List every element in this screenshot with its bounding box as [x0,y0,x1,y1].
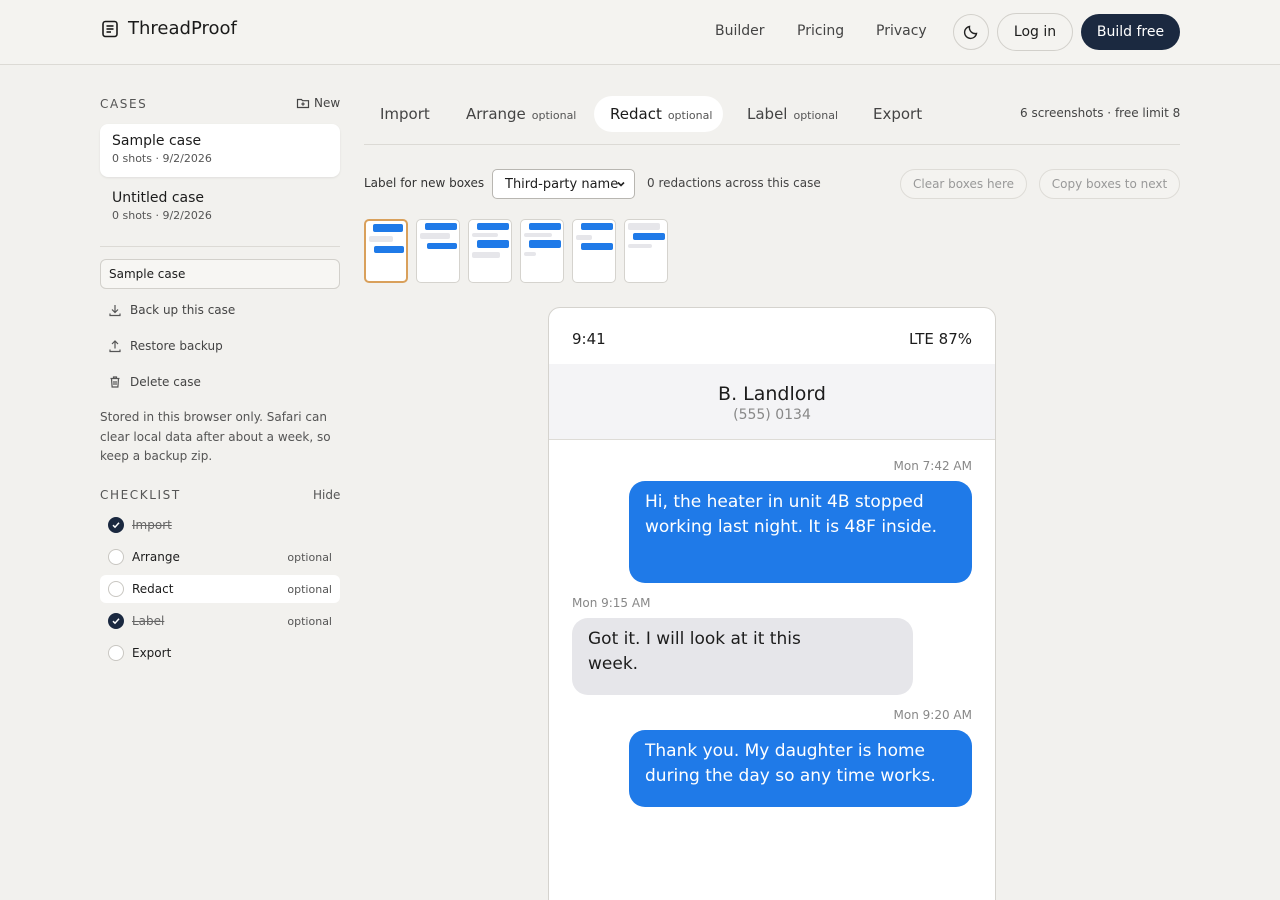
case-meta: 0 shots · 9/2/2026 [112,209,212,222]
message-timestamp: Mon 7:42 AM [893,459,972,473]
tab-label: Export [873,105,923,123]
new-case-label: New [314,96,341,110]
new-case-button[interactable]: New [296,96,340,110]
theme-toggle-button[interactable] [953,14,989,50]
contact-header: B. Landlord (555) 0134 [549,364,995,440]
contact-phone: (555) 0134 [733,407,811,423]
thumbnail-1[interactable] [364,219,408,283]
tab-label: Label [747,105,788,123]
optional-tag: optional [287,614,332,628]
tab-label-step[interactable]: Label optional [731,96,849,132]
status-time: 9:41 [572,330,606,348]
delete-label: Delete case [130,375,201,389]
optional-tag: optional [793,109,839,122]
optional-tag: optional [287,582,332,596]
checklist-item-redact[interactable]: Redact optional [100,575,340,603]
tab-label: Arrange [466,105,526,123]
label-select[interactable]: Third-party name [492,169,635,199]
trash-icon [110,376,120,388]
check-done-icon [108,613,124,629]
tab-export[interactable]: Export [857,96,937,132]
screenshot-count: 6 screenshots · free limit 8 [1020,106,1181,120]
check-empty-icon [108,549,124,565]
nav-privacy[interactable]: Privacy [876,23,927,39]
backup-case-button[interactable]: Back up this case [108,303,235,317]
tab-arrange[interactable]: Arrange optional [450,96,586,132]
cases-title: CASES [100,97,148,111]
download-icon [109,305,121,317]
hide-checklist-button[interactable]: Hide [313,488,340,502]
folder-plus-icon [296,98,310,109]
message-timestamp: Mon 9:15 AM [572,596,651,610]
clear-boxes-button[interactable]: Clear boxes here [900,169,1027,199]
screenshot-preview[interactable]: 9:41 LTE 87% B. Landlord (555) 0134 Mon … [548,307,996,900]
checklist-item-import[interactable]: Import [100,511,340,539]
status-network: LTE 87% [908,330,972,348]
restore-backup-button[interactable]: Restore backup [108,339,223,353]
checklist-item-export[interactable]: Export [100,639,340,667]
backup-label: Back up this case [130,303,236,317]
checklist-item-arrange[interactable]: Arrange optional [100,543,340,571]
checklist-label: Redact [132,582,174,596]
message-timestamp: Mon 9:20 AM [893,708,972,722]
document-icon [102,20,118,37]
checklist-title: CHECKLIST [100,488,181,502]
contact-name: B. Landlord [718,383,826,405]
case-meta: 0 shots · 9/2/2026 [112,152,212,165]
redaction-count: 0 redactions across this case [647,176,821,190]
message-bubble-outgoing: Hi, the heater in unit 4B stopped workin… [629,481,972,583]
case-item-untitled[interactable]: Untitled case 0 shots · 9/2/2026 [100,181,340,234]
copy-boxes-button[interactable]: Copy boxes to next [1039,169,1180,199]
build-free-button[interactable]: Build free [1081,14,1180,50]
checklist-item-label[interactable]: Label optional [100,607,340,635]
nav-pricing[interactable]: Pricing [797,23,844,39]
tab-label: Import [380,105,430,123]
label-select-value: Third-party name [505,176,619,192]
tab-redact[interactable]: Redact optional [594,96,723,132]
case-name-input[interactable] [100,259,340,289]
storage-note: Stored in this browser only. Safari can … [100,410,331,463]
brand-name: ThreadProof [128,18,237,39]
optional-tag: optional [287,550,332,564]
thumbnail-2[interactable] [416,219,460,283]
check-done-icon [108,517,124,533]
login-button[interactable]: Log in [997,13,1073,51]
check-empty-icon [108,581,124,597]
checklist-label: Import [132,518,172,532]
case-title: Sample case [112,133,202,149]
optional-tag: optional [531,109,577,122]
check-empty-icon [108,645,124,661]
tab-import[interactable]: Import [364,96,444,132]
thumbnail-6[interactable] [624,219,668,283]
thumbnail-5[interactable] [572,219,616,283]
chevron-down-icon [617,181,625,187]
optional-tag: optional [667,109,713,122]
restore-label: Restore backup [130,339,223,353]
nav-builder[interactable]: Builder [715,23,765,39]
thumbnail-4[interactable] [520,219,564,283]
tabs-divider [364,144,1180,145]
checklist-label: Arrange [132,550,180,564]
moon-icon [963,25,978,40]
upload-icon [109,340,121,353]
brand-logo[interactable]: ThreadProof [100,18,237,39]
label-for-new-boxes: Label for new boxes [364,176,485,190]
thumbnail-3[interactable] [468,219,512,283]
case-title: Untitled case [112,190,205,206]
top-header: ThreadProof Builder Pricing Privacy Log … [0,0,1280,65]
message-bubble-outgoing: Thank you. My daughter is home during th… [629,730,972,807]
tab-label: Redact [610,105,662,123]
delete-case-button[interactable]: Delete case [108,375,201,389]
checklist-label: Label [132,614,165,628]
message-bubble-incoming: Got it. I will look at it this week. [572,618,913,695]
checklist-label: Export [132,646,172,660]
sidebar-divider [100,246,340,247]
case-item-sample[interactable]: Sample case 0 shots · 9/2/2026 [100,124,340,177]
